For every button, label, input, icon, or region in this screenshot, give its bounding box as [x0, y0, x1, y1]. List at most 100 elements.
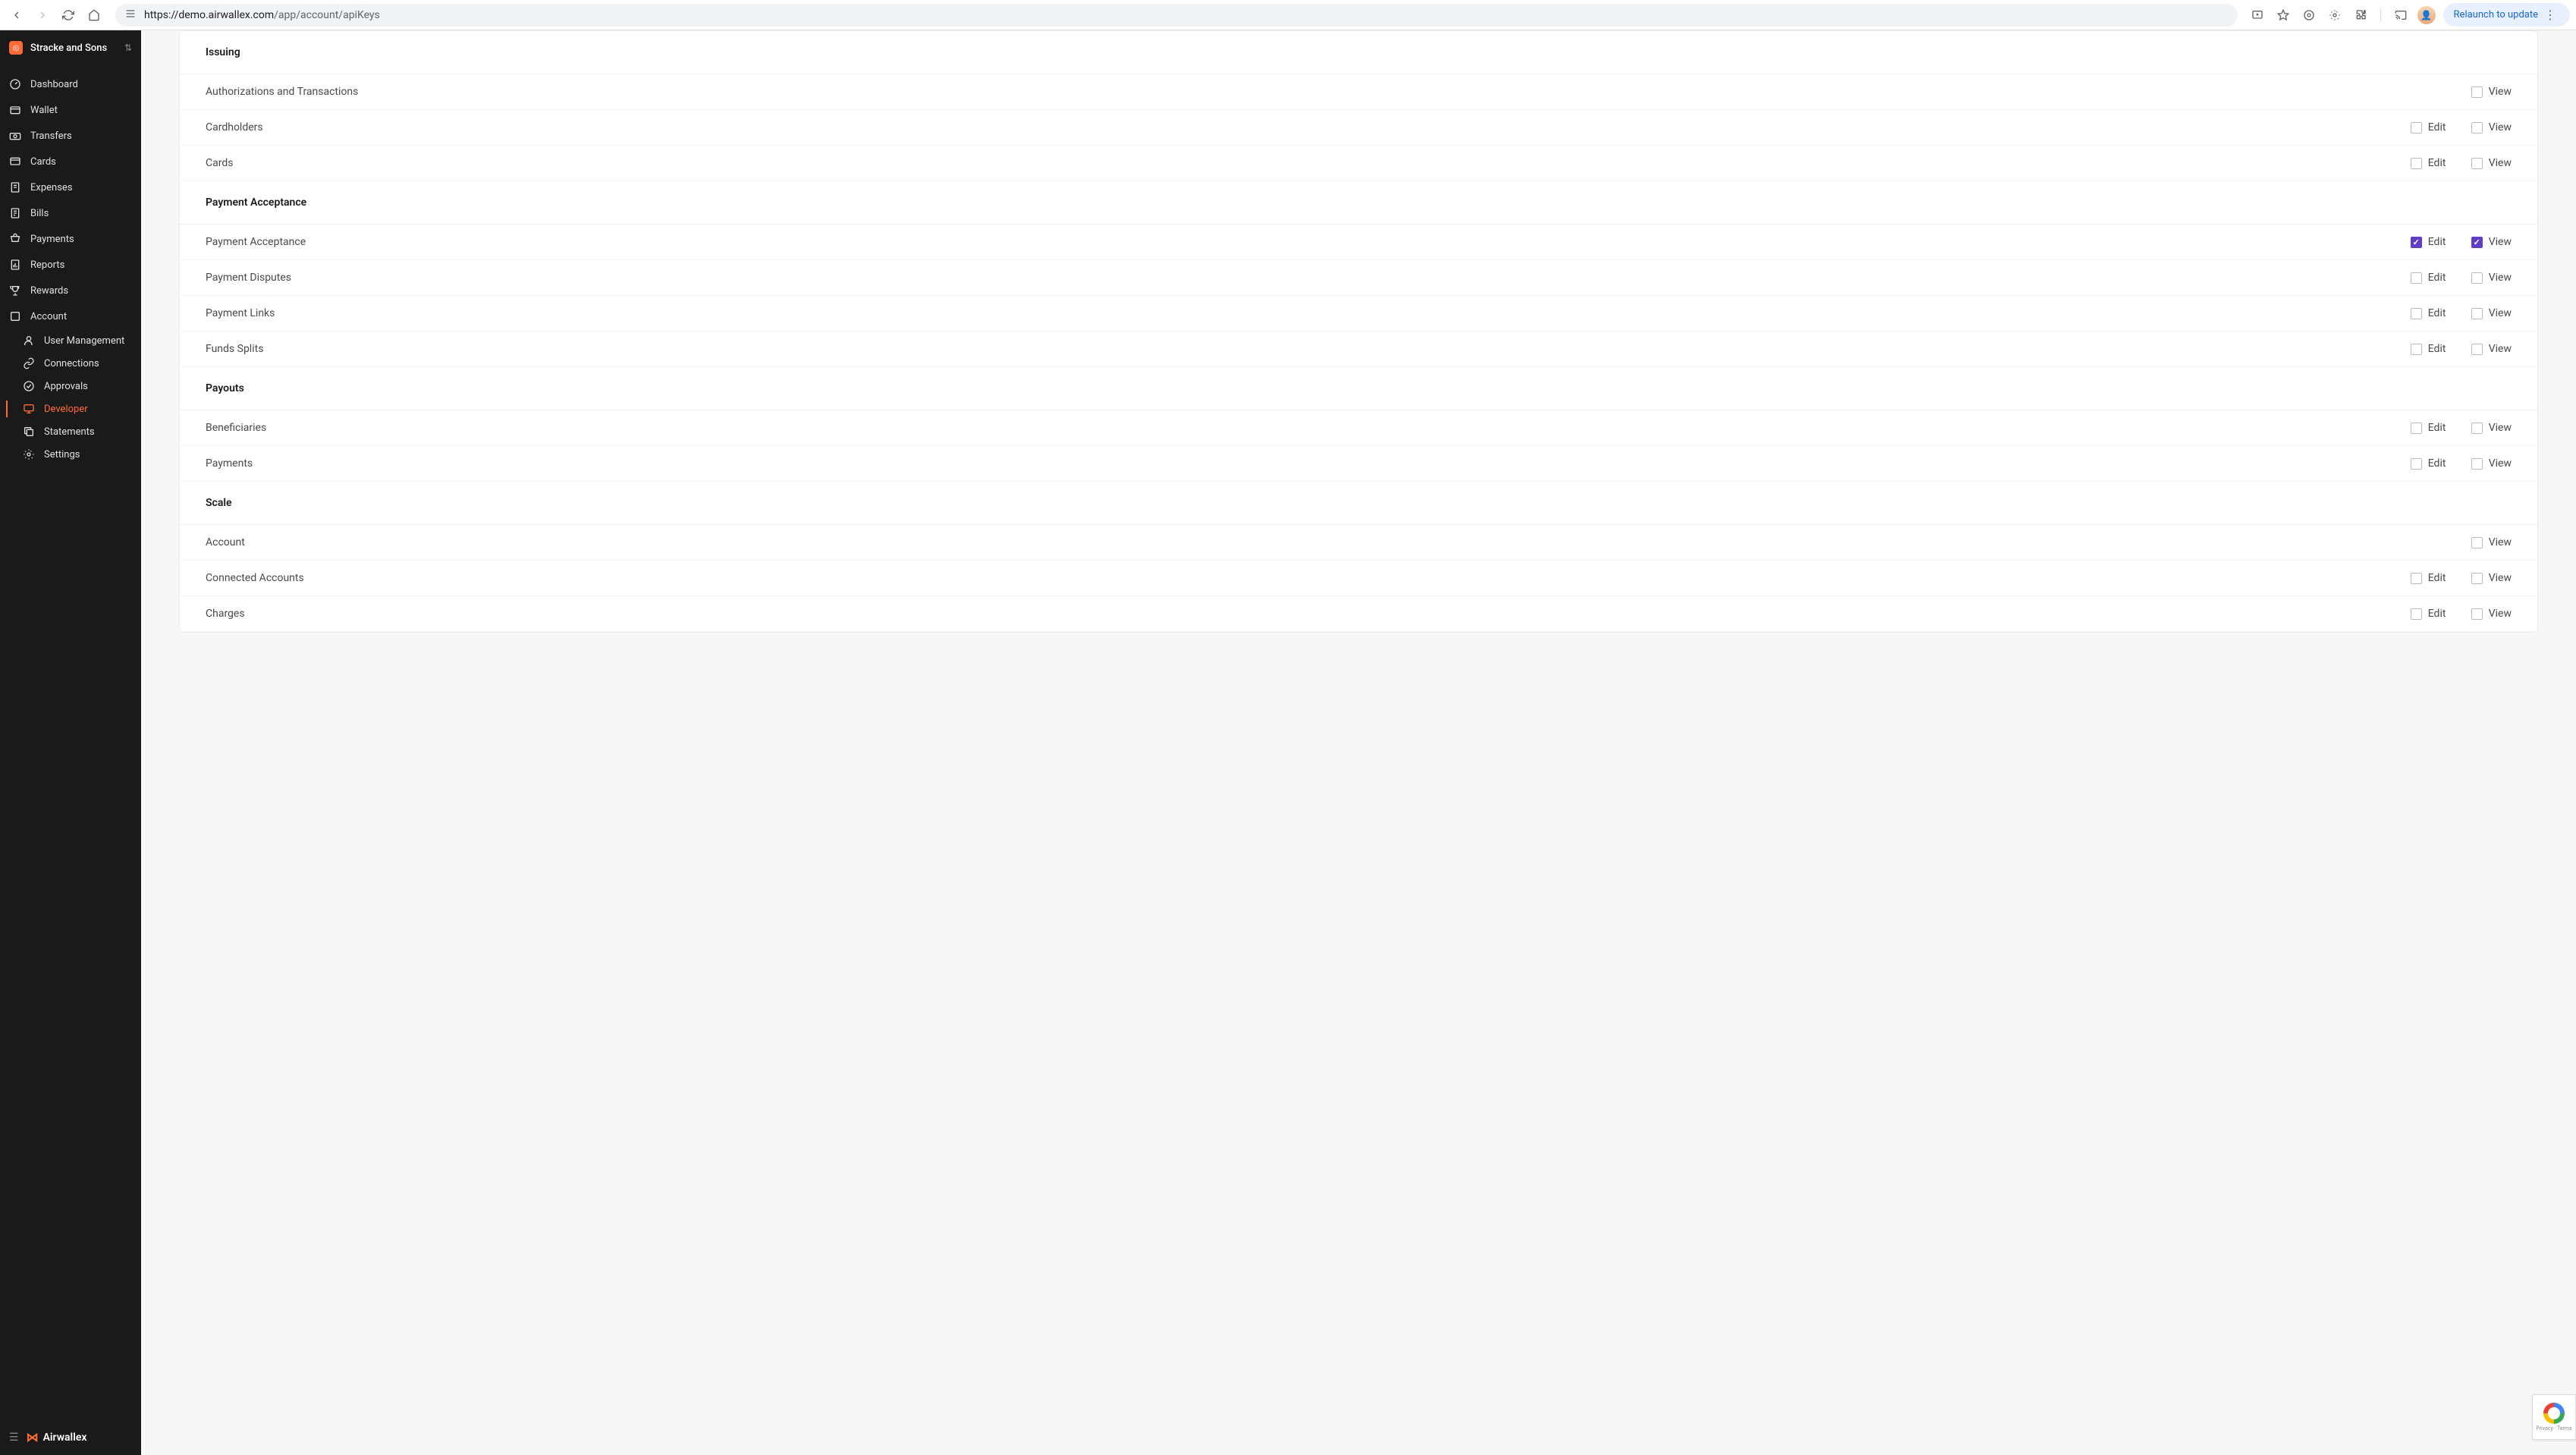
- sidebar-footer: ☰ ⋈ Airwallex: [0, 1419, 141, 1455]
- view-checkbox[interactable]: View: [2471, 536, 2512, 548]
- recaptcha-badge[interactable]: Privacy · Terms: [2532, 1394, 2576, 1440]
- edit-checkbox[interactable]: Edit: [2411, 608, 2450, 620]
- edit-checkbox[interactable]: Edit: [2411, 272, 2450, 284]
- address-bar[interactable]: https://demo.airwallex.com/app/account/a…: [115, 4, 2238, 27]
- view-label: View: [2489, 86, 2512, 98]
- permission-row: AccountView: [180, 525, 2537, 561]
- permission-label: Cardholders: [206, 121, 2411, 134]
- bills-icon: [9, 207, 21, 219]
- edit-label: Edit: [2428, 121, 2446, 134]
- view-checkbox[interactable]: View: [2471, 343, 2512, 355]
- view-label: View: [2489, 272, 2512, 284]
- collapse-sidebar-icon[interactable]: ☰: [9, 1431, 19, 1444]
- view-checkbox[interactable]: View: [2471, 272, 2512, 284]
- nav-label: Payments: [30, 234, 74, 245]
- edit-label: Edit: [2428, 608, 2446, 620]
- nav-item-account[interactable]: Account: [0, 303, 141, 329]
- org-name: Stracke and Sons: [30, 42, 117, 54]
- airwallex-logo: ⋈ Airwallex: [27, 1430, 87, 1444]
- nav-label: Bills: [30, 208, 49, 219]
- sub-item-connections[interactable]: Connections: [0, 352, 141, 375]
- checkbox-icon: [2471, 458, 2483, 470]
- view-checkbox[interactable]: View: [2471, 422, 2512, 434]
- view-checkbox[interactable]: View: [2471, 236, 2512, 248]
- edit-checkbox[interactable]: Edit: [2411, 343, 2450, 355]
- bookmark-icon[interactable]: [2274, 6, 2292, 24]
- checkbox-icon: [2471, 308, 2483, 319]
- back-button[interactable]: [6, 5, 27, 26]
- user-icon: [23, 335, 35, 347]
- profile-avatar[interactable]: 👤: [2417, 6, 2436, 24]
- sub-item-user-management[interactable]: User Management: [0, 329, 141, 352]
- view-checkbox[interactable]: View: [2471, 86, 2512, 98]
- checkbox-icon: [2471, 423, 2483, 434]
- relaunch-button[interactable]: Relaunch to update⋮: [2443, 3, 2570, 27]
- view-checkbox[interactable]: View: [2471, 572, 2512, 584]
- sub-label: Settings: [44, 449, 80, 460]
- edit-checkbox[interactable]: Edit: [2411, 572, 2450, 584]
- nav-item-payments[interactable]: Payments: [0, 226, 141, 252]
- view-checkbox[interactable]: View: [2471, 608, 2512, 620]
- site-settings-icon[interactable]: [124, 8, 137, 23]
- view-checkbox[interactable]: View: [2471, 307, 2512, 319]
- menu-icon[interactable]: ⋮: [2541, 8, 2559, 22]
- nav-item-transfers[interactable]: Transfers: [0, 123, 141, 149]
- edit-label: Edit: [2428, 236, 2446, 248]
- edit-checkbox[interactable]: Edit: [2411, 236, 2450, 248]
- view-checkbox[interactable]: View: [2471, 457, 2512, 470]
- edit-label: Edit: [2428, 157, 2446, 169]
- nav-label: Dashboard: [30, 79, 78, 90]
- extension-icon-1[interactable]: [2300, 6, 2318, 24]
- nav-item-dashboard[interactable]: Dashboard: [0, 71, 141, 97]
- copy-icon: [23, 426, 35, 438]
- edit-checkbox[interactable]: Edit: [2411, 422, 2450, 434]
- checkbox-icon: [2411, 344, 2422, 355]
- sub-label: User Management: [44, 335, 124, 347]
- view-checkbox[interactable]: View: [2471, 121, 2512, 134]
- extensions-puzzle-icon[interactable]: [2351, 6, 2370, 24]
- sub-item-approvals[interactable]: Approvals: [0, 375, 141, 398]
- extension-icon-2[interactable]: [2326, 6, 2344, 24]
- checkbox-icon: [2471, 122, 2483, 134]
- view-checkbox[interactable]: View: [2471, 157, 2512, 169]
- sub-item-settings[interactable]: Settings: [0, 443, 141, 466]
- permission-label: Payment Acceptance: [206, 236, 2411, 248]
- permission-row: Cardholders Edit View: [180, 110, 2537, 146]
- nav-item-expenses[interactable]: Expenses: [0, 174, 141, 200]
- org-logo-icon: ◎: [9, 41, 23, 55]
- org-selector[interactable]: ◎ Stracke and Sons ⇅: [0, 30, 141, 65]
- view-label: View: [2489, 307, 2512, 319]
- edit-checkbox[interactable]: Edit: [2411, 307, 2450, 319]
- permission-row: Payment LinksEditView: [180, 296, 2537, 332]
- sub-item-statements[interactable]: Statements: [0, 420, 141, 443]
- checkbox-icon: [2411, 122, 2422, 134]
- url-display: https://demo.airwallex.com/app/account/a…: [144, 9, 380, 21]
- sub-item-developer[interactable]: Developer: [0, 398, 141, 420]
- edit-label: Edit: [2428, 272, 2446, 284]
- nav-label: Reports: [30, 259, 64, 271]
- nav-item-bills[interactable]: Bills: [0, 200, 141, 226]
- nav-label: Transfers: [30, 130, 72, 142]
- checkbox-icon: [2471, 158, 2483, 169]
- edit-checkbox[interactable]: Edit: [2411, 457, 2450, 470]
- install-app-icon[interactable]: [2248, 6, 2267, 24]
- edit-checkbox[interactable]: Edit: [2411, 157, 2450, 169]
- permission-row: BeneficiariesEditView: [180, 410, 2537, 446]
- nav-item-wallet[interactable]: Wallet: [0, 97, 141, 123]
- browser-toolbar: https://demo.airwallex.com/app/account/a…: [0, 0, 2576, 30]
- checkbox-icon: [2411, 573, 2422, 584]
- cast-icon[interactable]: [2392, 6, 2410, 24]
- nav-item-rewards[interactable]: Rewards: [0, 278, 141, 303]
- nav-item-cards[interactable]: Cards: [0, 149, 141, 174]
- forward-button[interactable]: [32, 5, 53, 26]
- permission-label: Funds Splits: [206, 343, 2411, 355]
- view-label: View: [2489, 457, 2512, 470]
- view-label: View: [2489, 572, 2512, 584]
- home-button[interactable]: [83, 5, 105, 26]
- logo-text: Airwallex: [43, 1431, 87, 1444]
- reload-button[interactable]: [58, 5, 79, 26]
- nav-label: Wallet: [30, 105, 58, 116]
- permission-label: Connected Accounts: [206, 572, 2411, 584]
- nav-item-reports[interactable]: Reports: [0, 252, 141, 278]
- edit-checkbox[interactable]: Edit: [2411, 121, 2450, 134]
